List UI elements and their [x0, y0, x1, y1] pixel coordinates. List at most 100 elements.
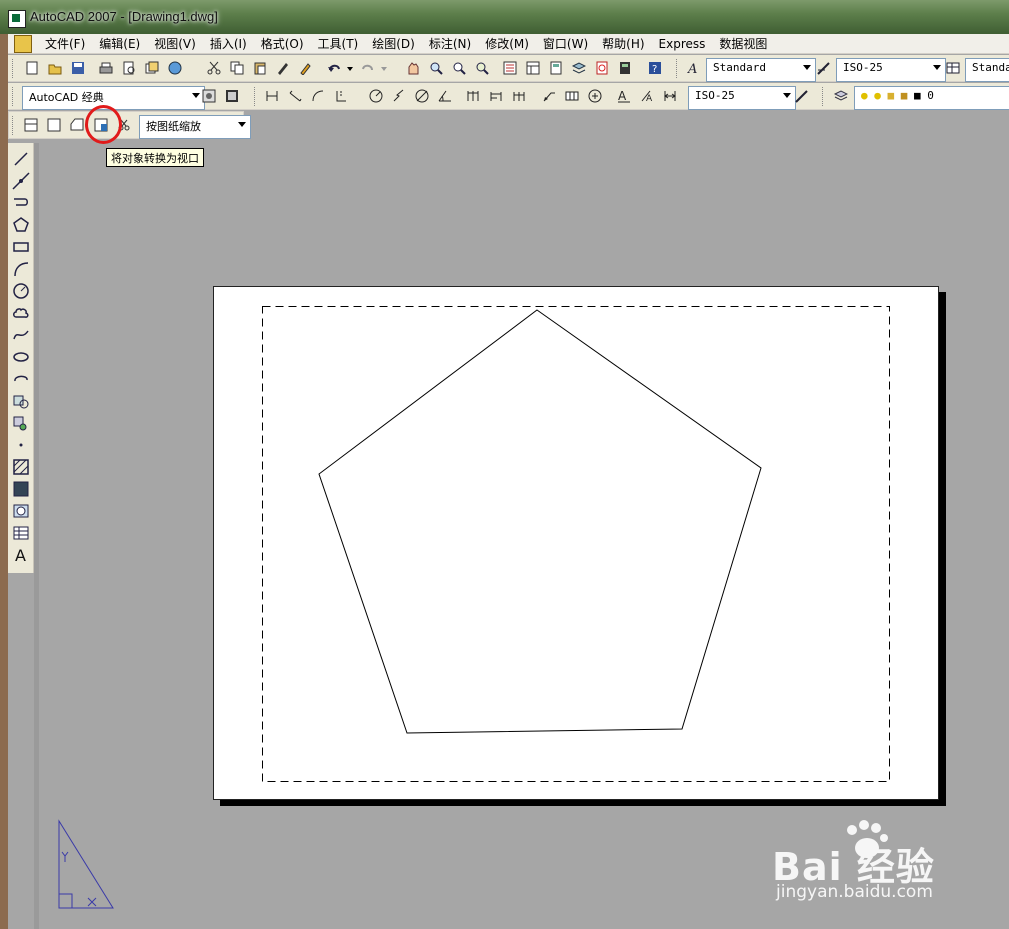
- toolbar-grip[interactable]: [822, 87, 826, 106]
- toolbar-grip[interactable]: [254, 87, 258, 106]
- document-icon[interactable]: [14, 34, 32, 53]
- menu-draw[interactable]: 绘图(D): [365, 35, 422, 52]
- ordinate-dimension-button[interactable]: [331, 86, 351, 106]
- line-tool[interactable]: [11, 149, 31, 169]
- autocad-app-icon[interactable]: [8, 10, 26, 28]
- layer-select[interactable]: ● ● ■ ■ ■ 0: [854, 86, 1009, 110]
- dimension-style-button[interactable]: [792, 86, 812, 106]
- table-style-icon[interactable]: [943, 58, 963, 78]
- arc-length-button[interactable]: [308, 86, 328, 106]
- dim-style-icon[interactable]: [814, 58, 834, 78]
- menu-data-view[interactable]: 数据视图: [712, 35, 774, 52]
- jogged-dimension-button[interactable]: [389, 86, 409, 106]
- center-mark-button[interactable]: [585, 86, 605, 106]
- table-tool[interactable]: [11, 523, 31, 543]
- dim-style-select[interactable]: ISO-25: [836, 58, 946, 82]
- radius-dimension-button[interactable]: [366, 86, 386, 106]
- dimension-update-button[interactable]: [660, 86, 680, 106]
- angular-dimension-button[interactable]: [435, 86, 455, 106]
- tool-palettes-button[interactable]: [546, 58, 566, 78]
- point-tool[interactable]: [11, 435, 31, 455]
- match-properties-button[interactable]: [273, 58, 293, 78]
- block-editor-button[interactable]: [296, 58, 316, 78]
- quick-dimension-button[interactable]: [463, 86, 483, 106]
- construction-line-tool[interactable]: [11, 171, 31, 191]
- viewports-dialog-button[interactable]: [21, 115, 41, 135]
- cut-button[interactable]: [204, 58, 224, 78]
- polyline-tool[interactable]: [11, 193, 31, 213]
- dimension-edit-button[interactable]: A: [614, 86, 634, 106]
- revision-cloud-tool[interactable]: [11, 303, 31, 323]
- help-button[interactable]: ?: [645, 58, 665, 78]
- redo-dropdown[interactable]: [379, 58, 389, 78]
- zoom-previous-button[interactable]: [472, 58, 492, 78]
- viewport-scale-select[interactable]: 按图纸缩放: [139, 115, 251, 139]
- toolbar-grip[interactable]: [12, 87, 16, 106]
- layout-paper-sheet[interactable]: [213, 286, 939, 800]
- rectangle-tool[interactable]: [11, 237, 31, 257]
- spline-tool[interactable]: [11, 325, 31, 345]
- make-block-tool[interactable]: [11, 413, 31, 433]
- paste-button[interactable]: [250, 58, 270, 78]
- open-button[interactable]: [45, 58, 65, 78]
- menu-edit[interactable]: 编辑(E): [92, 35, 147, 52]
- layer-manager-button[interactable]: [831, 86, 851, 106]
- redo-button[interactable]: [358, 58, 378, 78]
- menu-tools[interactable]: 工具(T): [311, 35, 366, 52]
- ellipse-tool[interactable]: [11, 347, 31, 367]
- plot-button[interactable]: [96, 58, 116, 78]
- quick-leader-button[interactable]: [539, 86, 559, 106]
- toolbar-grip[interactable]: [676, 59, 680, 78]
- menu-insert[interactable]: 插入(I): [203, 35, 254, 52]
- region-tool[interactable]: [11, 501, 31, 521]
- hatch-tool[interactable]: [11, 457, 31, 477]
- publish-web-button[interactable]: [165, 58, 185, 78]
- workspace-save-button[interactable]: [222, 86, 242, 106]
- copy-button[interactable]: [227, 58, 247, 78]
- sheet-set-manager-button[interactable]: [569, 58, 589, 78]
- menu-help[interactable]: 帮助(H): [595, 35, 651, 52]
- zoom-realtime-button[interactable]: [426, 58, 446, 78]
- menu-format[interactable]: 格式(O): [254, 35, 311, 52]
- design-center-button[interactable]: [523, 58, 543, 78]
- single-viewport-button[interactable]: [44, 115, 64, 135]
- insert-block-tool[interactable]: [11, 391, 31, 411]
- menu-express[interactable]: Express: [652, 37, 713, 51]
- save-button[interactable]: [68, 58, 88, 78]
- title-bar[interactable]: AutoCAD 2007 - [Drawing1.dwg]: [0, 0, 1009, 34]
- new-button[interactable]: [22, 58, 42, 78]
- toolbar-grip[interactable]: [12, 59, 16, 78]
- toolbar-grip[interactable]: [12, 116, 16, 135]
- text-style-icon[interactable]: A: [684, 58, 704, 78]
- undo-dropdown[interactable]: [345, 58, 355, 78]
- menu-modify[interactable]: 修改(M): [478, 35, 536, 52]
- menu-window[interactable]: 窗口(W): [536, 35, 595, 52]
- undo-button[interactable]: [324, 58, 344, 78]
- workspace-settings-button[interactable]: [199, 86, 219, 106]
- dimension-text-edit-button[interactable]: A: [637, 86, 657, 106]
- workspace-select[interactable]: AutoCAD 经典: [22, 86, 205, 110]
- quickcalc-button[interactable]: [615, 58, 635, 78]
- menu-view[interactable]: 视图(V): [147, 35, 203, 52]
- baseline-dimension-button[interactable]: [486, 86, 506, 106]
- polygon-tool[interactable]: [11, 215, 31, 235]
- menu-dimension[interactable]: 标注(N): [422, 35, 478, 52]
- ellipse-arc-tool[interactable]: [11, 369, 31, 389]
- pan-realtime-button[interactable]: [403, 58, 423, 78]
- menu-file[interactable]: 文件(F): [38, 35, 92, 52]
- markup-set-manager-button[interactable]: [592, 58, 612, 78]
- text-style-select[interactable]: Standard: [706, 58, 816, 82]
- multiline-text-tool[interactable]: A: [11, 545, 31, 565]
- zoom-window-button[interactable]: [449, 58, 469, 78]
- properties-button[interactable]: [500, 58, 520, 78]
- aligned-dimension-button[interactable]: [285, 86, 305, 106]
- plot-preview-button[interactable]: [119, 58, 139, 78]
- publish-button[interactable]: [142, 58, 162, 78]
- diameter-dimension-button[interactable]: [412, 86, 432, 106]
- pentagon-object[interactable]: [318, 309, 762, 734]
- gradient-tool[interactable]: [11, 479, 31, 499]
- tolerance-button[interactable]: [562, 86, 582, 106]
- circle-tool[interactable]: [11, 281, 31, 301]
- linear-dimension-button[interactable]: [262, 86, 282, 106]
- dimension-style-select[interactable]: ISO-25: [688, 86, 796, 110]
